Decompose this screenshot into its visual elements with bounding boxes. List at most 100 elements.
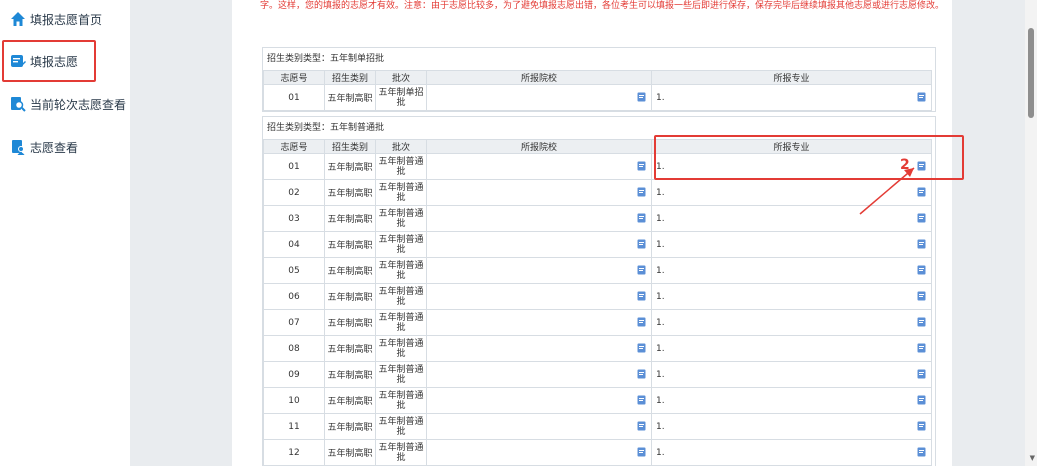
select-major-icon[interactable]: [917, 343, 927, 353]
select-school-icon[interactable]: [637, 421, 647, 431]
school-input[interactable]: [426, 231, 652, 258]
volunteer-no: 10: [263, 387, 325, 414]
col-header-category: 招生类别: [324, 70, 376, 85]
school-input[interactable]: [426, 179, 652, 206]
col-header-batch: 批次: [375, 70, 427, 85]
major-prefix: 1.: [656, 343, 665, 354]
table-row: 04 五年制高职 五年制普通批 1.: [263, 231, 932, 258]
select-major-icon[interactable]: [917, 369, 927, 379]
select-school-icon[interactable]: [637, 239, 647, 249]
scroll-down-icon[interactable]: ▼: [1030, 454, 1035, 462]
select-school-icon[interactable]: [637, 395, 647, 405]
school-input[interactable]: [426, 413, 652, 440]
volunteer-no: 02: [263, 179, 325, 206]
sidebar-item-fill-volunteer[interactable]: 填报志愿: [2, 40, 96, 82]
volunteer-no: 01: [263, 153, 325, 180]
select-major-icon[interactable]: [917, 447, 927, 457]
col-header-no: 志愿号: [263, 139, 325, 154]
select-major-icon[interactable]: [917, 395, 927, 405]
school-input[interactable]: [426, 335, 652, 362]
user-doc-icon: [12, 140, 25, 155]
batch: 五年制普通批: [375, 231, 427, 258]
school-input[interactable]: [426, 309, 652, 336]
select-school-icon[interactable]: [637, 213, 647, 223]
select-school-icon[interactable]: [637, 92, 647, 102]
sidebar-item-label: 当前轮次志愿查看: [30, 97, 127, 112]
major-prefix: 1.: [656, 421, 665, 432]
table-row: 05 五年制高职 五年制普通批 1.: [263, 257, 932, 284]
page-scrollbar[interactable]: ▼: [1025, 0, 1037, 466]
table-row: 09 五年制高职 五年制普通批 1.: [263, 361, 932, 388]
batch: 五年制普通批: [375, 205, 427, 232]
major-prefix: 1.: [656, 265, 665, 276]
major-input[interactable]: 1.: [651, 413, 932, 440]
sidebar-item-label: 志愿查看: [30, 140, 79, 155]
major-input[interactable]: 1.: [651, 439, 932, 466]
select-school-icon[interactable]: [637, 161, 647, 171]
major-prefix: 1.: [656, 447, 665, 458]
school-input[interactable]: [426, 257, 652, 284]
table-row: 01 五年制高职 五年制单招批 1.: [263, 84, 932, 111]
table-row: 07 五年制高职 五年制普通批 1.: [263, 309, 932, 336]
major-input[interactable]: 1.: [651, 257, 932, 284]
select-major-icon[interactable]: [917, 239, 927, 249]
batch: 五年制普通批: [375, 413, 427, 440]
table-row: 02 五年制高职 五年制普通批 1.: [263, 179, 932, 206]
batch: 五年制普通批: [375, 361, 427, 388]
select-school-icon[interactable]: [637, 317, 647, 327]
select-school-icon[interactable]: [637, 343, 647, 353]
school-input[interactable]: [426, 84, 652, 111]
major-input[interactable]: 1.: [651, 309, 932, 336]
select-major-icon[interactable]: [917, 92, 927, 102]
major-input[interactable]: 1.: [651, 231, 932, 258]
batch: 五年制单招批: [375, 84, 427, 111]
select-school-icon[interactable]: [637, 187, 647, 197]
major-input[interactable]: 1.: [651, 387, 932, 414]
volunteer-no: 08: [263, 335, 325, 362]
notice-text: 字。这样，您的填报的志愿才有效。注意：由于志愿比较多，为了避免填报志愿出错，各位…: [260, 1, 945, 11]
major-prefix: 1.: [656, 317, 665, 328]
select-major-icon[interactable]: [917, 317, 927, 327]
sidebar-item-home[interactable]: 填报志愿首页: [10, 6, 102, 32]
col-header-category: 招生类别: [324, 139, 376, 154]
sidebar: 填报志愿首页 填报志愿 当前轮次志愿查看 志愿查看: [0, 0, 130, 466]
batch: 五年制普通批: [375, 283, 427, 310]
school-input[interactable]: [426, 387, 652, 414]
enroll-category: 五年制高职: [324, 257, 376, 284]
select-major-icon[interactable]: [917, 421, 927, 431]
volunteer-no: 03: [263, 205, 325, 232]
table-row: 11 五年制高职 五年制普通批 1.: [263, 413, 932, 440]
scrollbar-thumb[interactable]: [1028, 28, 1034, 118]
enroll-category: 五年制高职: [324, 179, 376, 206]
select-major-icon[interactable]: [917, 265, 927, 275]
enroll-category: 五年制高职: [324, 153, 376, 180]
major-input[interactable]: 1.: [651, 84, 932, 111]
table-row: 12 五年制高职 五年制普通批 1.: [263, 439, 932, 466]
major-input[interactable]: 1.: [651, 361, 932, 388]
search-doc-icon: [11, 97, 26, 112]
major-prefix: 1.: [656, 369, 665, 380]
select-major-icon[interactable]: [917, 291, 927, 301]
school-input[interactable]: [426, 153, 652, 180]
enroll-category: 五年制高职: [324, 361, 376, 388]
sidebar-item-view-volunteer[interactable]: 志愿查看: [10, 134, 78, 160]
select-school-icon[interactable]: [637, 447, 647, 457]
school-input[interactable]: [426, 361, 652, 388]
major-input[interactable]: 1.: [651, 283, 932, 310]
batch: 五年制普通批: [375, 439, 427, 466]
enroll-category: 五年制高职: [324, 413, 376, 440]
school-input[interactable]: [426, 283, 652, 310]
table-row: 06 五年制高职 五年制普通批 1.: [263, 283, 932, 310]
sidebar-item-current-round[interactable]: 当前轮次志愿查看: [10, 91, 126, 117]
main-content: 字。这样，您的填报的志愿才有效。注意：由于志愿比较多，为了避免填报志愿出错，各位…: [232, 0, 964, 466]
volunteer-no: 05: [263, 257, 325, 284]
volunteer-table: 志愿号 招生类别 批次 所报院校 所报专业 01 五年制高职 五年制单招批 1.: [263, 70, 932, 111]
select-school-icon[interactable]: [637, 265, 647, 275]
school-input[interactable]: [426, 439, 652, 466]
volunteer-no: 12: [263, 439, 325, 466]
batch: 五年制普通批: [375, 387, 427, 414]
select-school-icon[interactable]: [637, 291, 647, 301]
school-input[interactable]: [426, 205, 652, 232]
select-school-icon[interactable]: [637, 369, 647, 379]
major-input[interactable]: 1.: [651, 335, 932, 362]
